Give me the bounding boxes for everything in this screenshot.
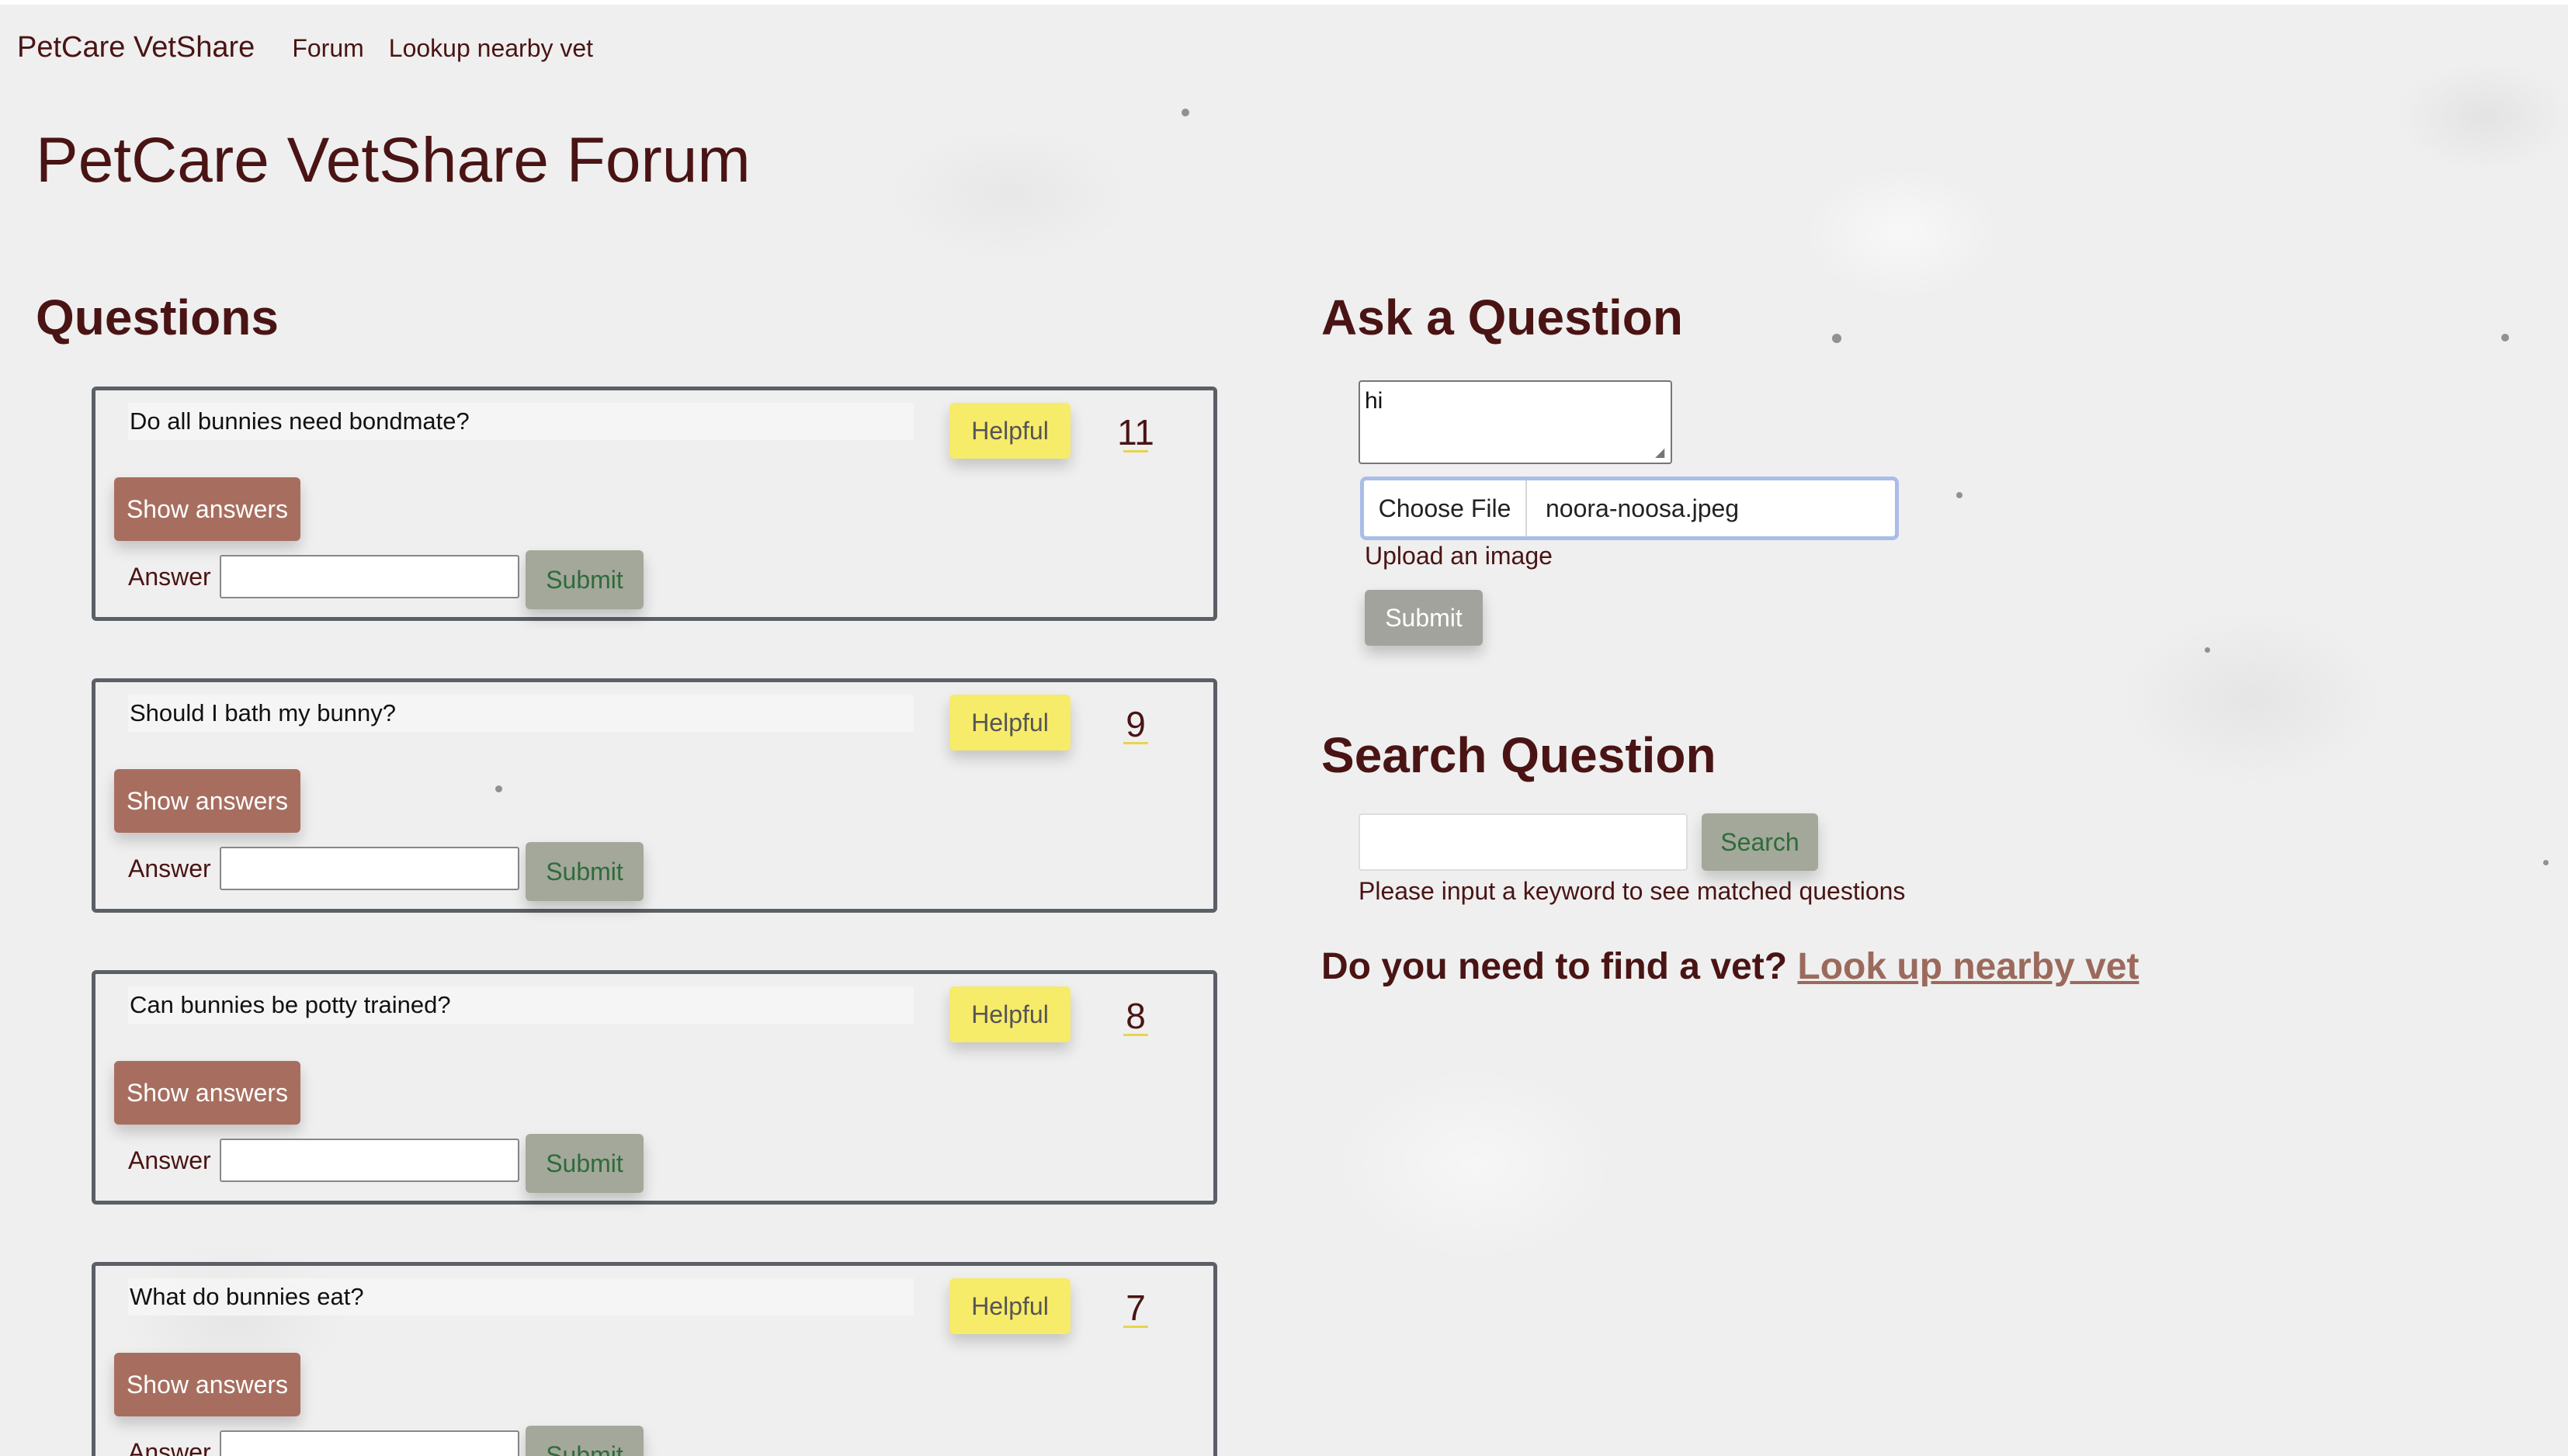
question-text: Should I bath my bunny? (128, 695, 914, 732)
questions-heading: Questions (36, 289, 279, 345)
show-answers-button[interactable]: Show answers (114, 477, 300, 541)
question-textarea[interactable] (1359, 380, 1672, 464)
search-hint: Please input a keyword to see matched qu… (1359, 877, 1906, 905)
show-answers-button[interactable]: Show answers (114, 1353, 300, 1416)
nav-link-forum[interactable]: Forum (292, 34, 363, 63)
background-speck (1832, 334, 1841, 343)
ask-question-heading: Ask a Question (1321, 289, 1683, 345)
page-title: PetCare VetShare Forum (36, 125, 751, 196)
answer-label: Answer (128, 563, 211, 591)
choose-file-button[interactable]: Choose File (1364, 480, 1527, 536)
answer-label: Answer (128, 1438, 211, 1456)
answer-submit-button[interactable]: Submit (526, 1426, 644, 1456)
answer-label: Answer (128, 855, 211, 882)
search-question-heading: Search Question (1321, 727, 1716, 783)
answer-submit-button[interactable]: Submit (526, 1134, 644, 1193)
answer-submit-button[interactable]: Submit (526, 842, 644, 901)
search-input[interactable] (1359, 813, 1688, 871)
background-speck (1182, 109, 1189, 116)
helpful-count: 8 (1105, 994, 1167, 1038)
ask-submit-button[interactable]: Submit (1365, 590, 1483, 646)
top-edge (0, 0, 2568, 5)
answer-input[interactable] (220, 1430, 519, 1456)
search-button[interactable]: Search (1702, 813, 1818, 871)
nav-link-lookup-vet[interactable]: Lookup nearby vet (389, 34, 593, 63)
answer-label: Answer (128, 1146, 211, 1174)
question-text: Can bunnies be potty trained? (128, 986, 914, 1024)
background-speck (2501, 334, 2509, 341)
background-speck (1956, 492, 1962, 498)
helpful-button[interactable]: Helpful (949, 695, 1071, 751)
question-card: Can bunnies be potty trained? Helpful 8 … (92, 970, 1217, 1205)
question-text: Do all bunnies need bondmate? (128, 403, 914, 440)
question-text: What do bunnies eat? (128, 1278, 914, 1316)
show-answers-button[interactable]: Show answers (114, 769, 300, 833)
helpful-button[interactable]: Helpful (949, 986, 1071, 1042)
answer-input[interactable] (220, 555, 519, 598)
question-card: Should I bath my bunny? Helpful 9 Show a… (92, 678, 1217, 913)
helpful-count: 7 (1105, 1286, 1167, 1329)
upload-hint: Upload an image (1365, 542, 1553, 570)
helpful-button[interactable]: Helpful (949, 403, 1071, 459)
lookup-vet-link[interactable]: Look up nearby vet (1797, 946, 2139, 987)
find-vet-question: Do you need to find a vet? (1321, 946, 1788, 987)
brand-link[interactable]: PetCare VetShare (17, 31, 255, 64)
helpful-button[interactable]: Helpful (949, 1278, 1071, 1334)
helpful-count: 11 (1105, 411, 1167, 454)
background-speck (2543, 860, 2549, 865)
resize-handle-icon[interactable]: ◢ (1655, 447, 1667, 459)
question-card: What do bunnies eat? Helpful 7 Show answ… (92, 1262, 1217, 1456)
file-upload-field[interactable]: Choose File noora-noosa.jpeg (1360, 477, 1899, 540)
question-card: Do all bunnies need bondmate? Helpful 11… (92, 387, 1217, 621)
helpful-count: 9 (1105, 702, 1167, 746)
answer-submit-button[interactable]: Submit (526, 550, 644, 609)
show-answers-button[interactable]: Show answers (114, 1061, 300, 1125)
find-vet-prompt: Do you need to find a vet? Look up nearb… (1321, 945, 2139, 988)
background-speck (2205, 647, 2210, 653)
selected-file-name: noora-noosa.jpeg (1546, 494, 1740, 522)
top-nav: PetCare VetShare Forum Lookup nearby vet (17, 31, 618, 64)
answer-input[interactable] (220, 1139, 519, 1182)
answer-input[interactable] (220, 847, 519, 890)
